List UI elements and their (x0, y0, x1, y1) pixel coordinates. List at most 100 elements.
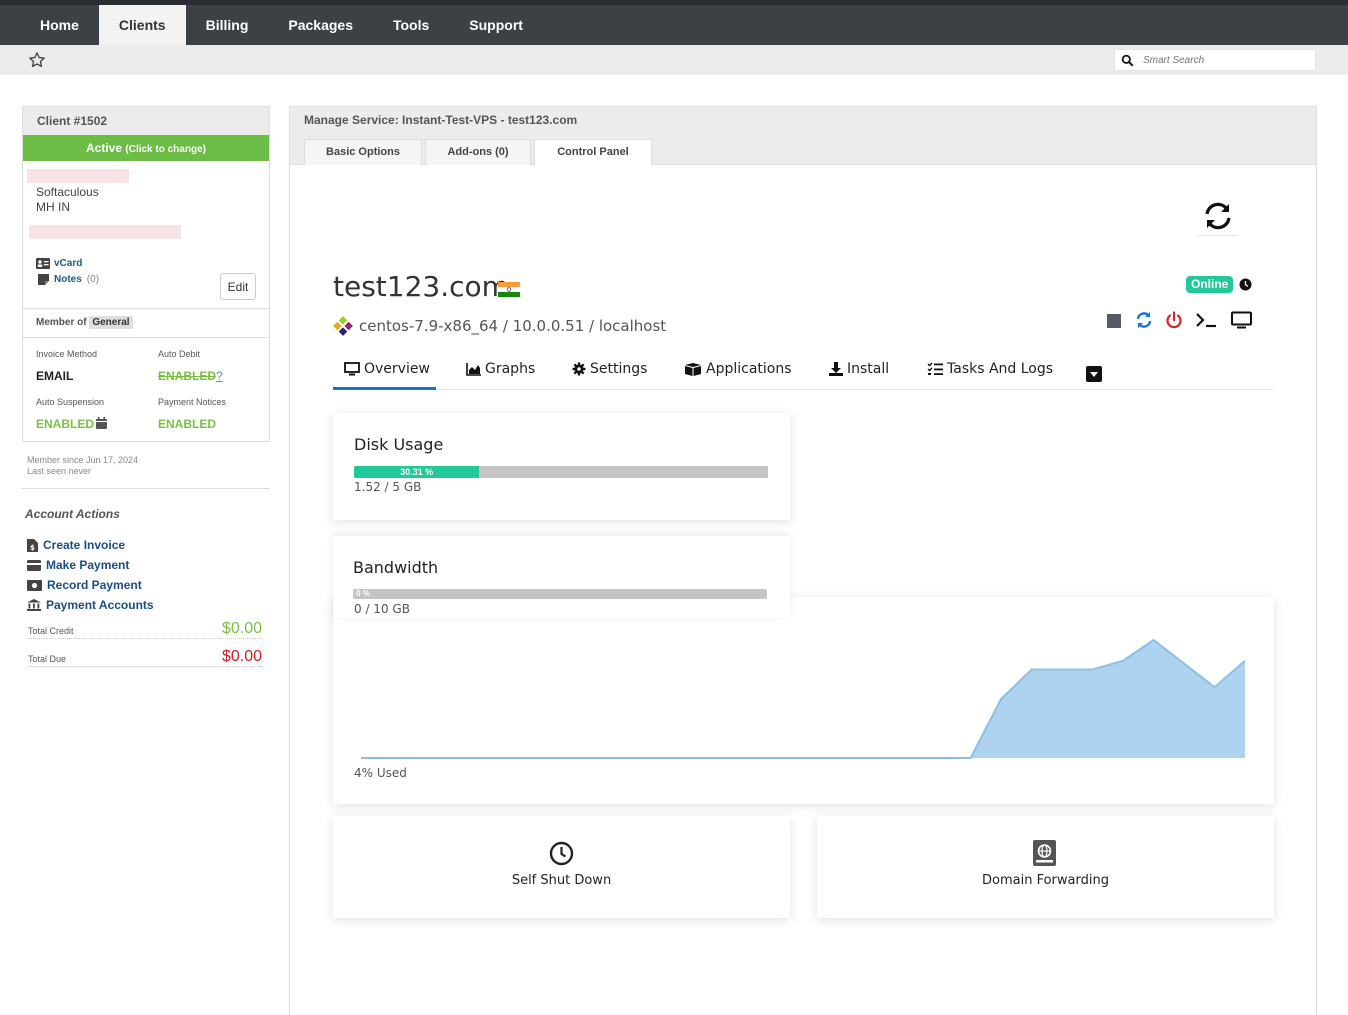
disk-usage-bar: 30.31 % (354, 466, 768, 478)
main-nav: Home Clients Billing Packages Tools Supp… (20, 5, 543, 45)
gear-icon (572, 362, 586, 376)
os-info: centos-7.9-x86_64 / 10.0.0.51 / localhos… (333, 316, 666, 336)
self-shutdown-label: Self Shut Down (511, 873, 612, 888)
bandwidth-card: Bandwidth 0 % 0 / 10 GB (333, 536, 790, 618)
money-icon (27, 579, 42, 591)
desktop-icon (344, 362, 360, 376)
smart-search[interactable] (1114, 49, 1316, 71)
tab-basic-options[interactable]: Basic Options (304, 139, 422, 165)
vcard-link[interactable]: vCard (36, 258, 82, 269)
disk-usage-title: Disk Usage (354, 435, 444, 454)
nav-support[interactable]: Support (449, 5, 543, 45)
member-of-label: Member of (36, 317, 87, 328)
make-payment-label: Make Payment (46, 558, 130, 572)
vps-hostname: test123.com (333, 270, 509, 303)
credit-card-icon (27, 559, 41, 571)
tab-addons[interactable]: Add-ons (0) (425, 139, 531, 165)
notes-link[interactable]: Notes (0) (38, 274, 99, 285)
nav-packages[interactable]: Packages (268, 5, 373, 45)
stop-icon[interactable] (1107, 311, 1121, 329)
client-summary-panel: Client #1502 Active (Click to change) So… (22, 106, 270, 442)
terminal-icon[interactable] (1195, 311, 1217, 329)
manage-service-title: Manage Service: Instant-Test-VPS - test1… (290, 107, 1316, 135)
edit-client-button[interactable]: Edit (220, 273, 256, 300)
clock-icon[interactable] (1239, 278, 1252, 291)
auto-debit-label: Auto Debit (158, 349, 201, 359)
cpu-area (361, 640, 1245, 758)
cpu-usage-chart (361, 638, 1246, 759)
client-status-hint: (Click to change) (125, 144, 206, 155)
bandwidth-title: Bandwidth (353, 558, 439, 577)
payment-accounts-link[interactable]: Payment Accounts (27, 598, 154, 612)
nav-clients[interactable]: Clients (98, 5, 186, 45)
auto-debit-value: ENABLED (158, 369, 217, 383)
vnc-monitor-icon[interactable] (1231, 311, 1252, 329)
member-since: Member since Jun 17, 2024 Last seen neve… (27, 455, 138, 477)
area-chart-icon (466, 362, 481, 376)
create-invoice-link[interactable]: $ Create Invoice (27, 538, 125, 552)
calendar-icon[interactable] (96, 417, 107, 429)
redacted-email (29, 225, 181, 239)
auto-debit-help[interactable]: ? (216, 369, 223, 383)
tab-control-panel[interactable]: Control Panel (534, 139, 652, 166)
invoice-method-value: EMAIL (36, 369, 74, 383)
search-input[interactable] (1143, 52, 1311, 68)
os-line-text: centos-7.9-x86_64 / 10.0.0.51 / localhos… (359, 317, 667, 335)
tab-install[interactable]: Install (829, 361, 889, 377)
payment-notices-value: ENABLED (158, 417, 217, 431)
tab-settings-label: Settings (590, 361, 648, 377)
search-icon (1121, 54, 1134, 67)
centos-icon (333, 316, 353, 336)
total-credit-label: Total Credit (28, 626, 74, 636)
tab-install-label: Install (847, 361, 890, 377)
tab-graphs[interactable]: Graphs (466, 361, 535, 377)
more-tabs-dropdown[interactable] (1086, 366, 1102, 382)
tab-applications[interactable]: Applications (684, 361, 792, 377)
tab-applications-label: Applications (706, 361, 792, 377)
account-actions-title: Account Actions (25, 507, 120, 521)
online-status-badge: Online (1186, 276, 1234, 293)
divider (22, 488, 270, 489)
notes-label: Notes (54, 274, 82, 285)
disk-usage-percent: 30.31 % (400, 467, 434, 477)
disk-usage-card: Disk Usage 30.31 % 1.52 / 5 GB (333, 413, 790, 520)
bandwidth-bar: 0 % (353, 589, 767, 599)
nav-tools[interactable]: Tools (373, 5, 449, 45)
client-status-toggle[interactable]: Active (Click to change) (23, 135, 269, 161)
vcard-icon (36, 258, 50, 269)
refresh-button[interactable] (1198, 196, 1238, 236)
domain-forwarding-card[interactable]: Domain Forwarding (817, 816, 1274, 918)
bandwidth-percent: 0 % (356, 589, 370, 598)
download-icon (829, 362, 843, 376)
india-flag-icon (498, 282, 520, 297)
total-credit-value: $0.00 (221, 620, 262, 637)
invoice-icon: $ (27, 538, 38, 552)
tasks-icon (927, 362, 943, 375)
star-icon[interactable] (28, 51, 46, 69)
record-payment-link[interactable]: Record Payment (27, 578, 142, 592)
tab-overview[interactable]: Overview (344, 361, 430, 377)
active-tab-indicator (333, 387, 436, 390)
client-location: MH IN (36, 200, 70, 214)
nav-home[interactable]: Home (20, 5, 99, 45)
client-address: Softaculous MH IN (36, 185, 99, 215)
cpu-usage-card: 4% Used (333, 597, 1274, 804)
caret-down-icon (1090, 372, 1098, 377)
member-since-date: Member since Jun 17, 2024 (27, 455, 139, 465)
total-due-label: Total Due (28, 654, 67, 664)
boxes-icon (685, 362, 701, 376)
member-group: Member of General (36, 316, 133, 329)
self-shutdown-card[interactable]: Self Shut Down (333, 816, 790, 918)
restart-icon[interactable] (1135, 311, 1153, 329)
record-payment-label: Record Payment (47, 578, 142, 592)
tab-graphs-label: Graphs (485, 361, 536, 377)
make-payment-link[interactable]: Make Payment (27, 558, 129, 572)
refresh-icon (1205, 202, 1231, 230)
power-icon[interactable] (1165, 311, 1183, 329)
vcard-label: vCard (54, 258, 83, 269)
nav-billing[interactable]: Billing (186, 5, 269, 45)
tab-settings[interactable]: Settings (572, 361, 647, 377)
service-tabs: Basic Options Add-ons (0) Control Panel (290, 135, 1316, 166)
total-credit-row: Total Credit $0.00 (28, 619, 262, 639)
tab-tasks-logs[interactable]: Tasks And Logs (927, 361, 1053, 377)
